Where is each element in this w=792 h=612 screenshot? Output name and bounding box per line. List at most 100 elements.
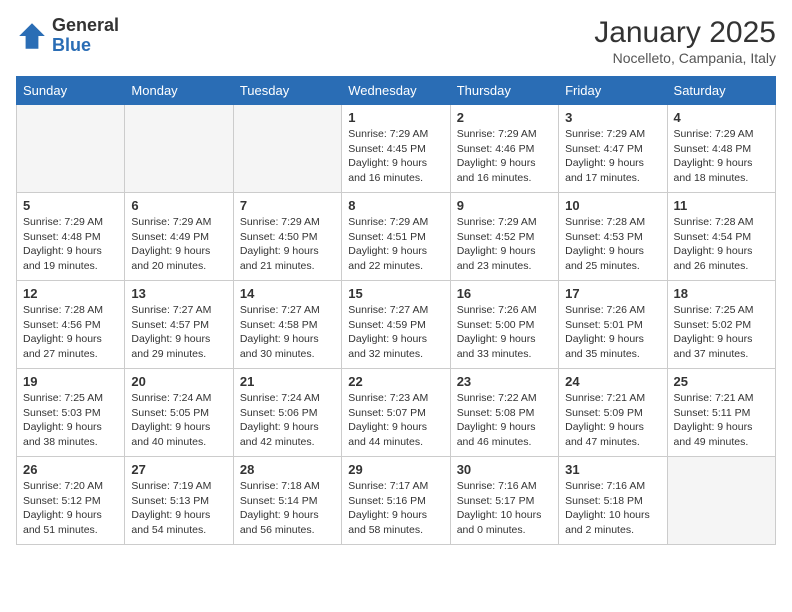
day-info: Sunrise: 7:29 AMSunset: 4:48 PMDaylight:… [674,127,769,186]
title-block: January 2025 Nocelleto, Campania, Italy [594,16,776,66]
day-number: 20 [131,374,226,389]
calendar-cell [667,457,775,545]
calendar-cell: 26 Sunrise: 7:20 AMSunset: 5:12 PMDayligh… [17,457,125,545]
calendar-cell: 6Sunrise: 7:29 AMSunset: 4:49 PMDaylight… [125,193,233,281]
calendar-cell: 21 Sunrise: 7:24 AMSunset: 5:06 PMDayligh… [233,369,341,457]
day-info: Sunrise: 7:28 AMSunset: 4:56 PMDaylight:… [23,303,118,362]
day-info: Sunrise: 7:16 AMSunset: 5:17 PMDaylight:… [457,479,552,538]
day-info: Sunrise: 7:17 AMSunset: 5:16 PMDaylight:… [348,479,443,538]
calendar-cell: 7Sunrise: 7:29 AMSunset: 4:50 PMDaylight… [233,193,341,281]
weekday-header: Wednesday [342,77,450,105]
logo-general: General [52,16,119,36]
day-info: Sunrise: 7:25 AMSunset: 5:03 PMDaylight:… [23,391,118,450]
day-info: Sunrise: 7:19 AMSunset: 5:13 PMDaylight:… [131,479,226,538]
calendar-cell: 8Sunrise: 7:29 AMSunset: 4:51 PMDaylight… [342,193,450,281]
day-number: 22 [348,374,443,389]
day-number: 24 [565,374,660,389]
calendar-cell: 12 Sunrise: 7:28 AMSunset: 4:56 PMDayligh… [17,281,125,369]
calendar-cell: 24 Sunrise: 7:21 AMSunset: 5:09 PMDayligh… [559,369,667,457]
day-info: Sunrise: 7:21 AMSunset: 5:11 PMDaylight:… [674,391,769,450]
day-info: Sunrise: 7:27 AMSunset: 4:58 PMDaylight:… [240,303,335,362]
day-number: 23 [457,374,552,389]
day-number: 16 [457,286,552,301]
page-header: General Blue January 2025 Nocelleto, Cam… [16,16,776,66]
calendar-cell: 11 Sunrise: 7:28 AMSunset: 4:54 PMDayligh… [667,193,775,281]
calendar-week-row: 19 Sunrise: 7:25 AMSunset: 5:03 PMDayligh… [17,369,776,457]
location: Nocelleto, Campania, Italy [594,50,776,66]
calendar-cell: 30Sunrise: 7:16 AMSunset: 5:17 PMDayligh… [450,457,558,545]
calendar-week-row: 1Sunrise: 7:29 AMSunset: 4:45 PMDaylight… [17,105,776,193]
day-info: Sunrise: 7:27 AMSunset: 4:59 PMDaylight:… [348,303,443,362]
day-number: 21 [240,374,335,389]
calendar-cell: 10 Sunrise: 7:28 AMSunset: 4:53 PMDayligh… [559,193,667,281]
calendar-cell [17,105,125,193]
day-number: 10 [565,198,660,213]
calendar-cell: 25 Sunrise: 7:21 AMSunset: 5:11 PMDayligh… [667,369,775,457]
day-info: Sunrise: 7:29 AMSunset: 4:46 PMDaylight:… [457,127,552,186]
calendar-cell: 3Sunrise: 7:29 AMSunset: 4:47 PMDaylight… [559,105,667,193]
weekday-header: Tuesday [233,77,341,105]
logo-blue: Blue [52,36,119,56]
day-info: Sunrise: 7:22 AMSunset: 5:08 PMDaylight:… [457,391,552,450]
day-info: Sunrise: 7:21 AMSunset: 5:09 PMDaylight:… [565,391,660,450]
calendar-week-row: 12 Sunrise: 7:28 AMSunset: 4:56 PMDayligh… [17,281,776,369]
day-number: 14 [240,286,335,301]
day-number: 15 [348,286,443,301]
calendar-cell: 16 Sunrise: 7:26 AMSunset: 5:00 PMDayligh… [450,281,558,369]
day-info: Sunrise: 7:29 AMSunset: 4:50 PMDaylight:… [240,215,335,274]
day-number: 29 [348,462,443,477]
calendar-cell: 17 Sunrise: 7:26 AMSunset: 5:01 PMDayligh… [559,281,667,369]
day-info: Sunrise: 7:29 AMSunset: 4:48 PMDaylight:… [23,215,118,274]
calendar-cell [233,105,341,193]
weekday-header: Sunday [17,77,125,105]
day-number: 26 [23,462,118,477]
calendar-cell: 31Sunrise: 7:16 AMSunset: 5:18 PMDayligh… [559,457,667,545]
day-number: 6 [131,198,226,213]
calendar-cell: 14 Sunrise: 7:27 AMSunset: 4:58 PMDayligh… [233,281,341,369]
calendar-cell: 15 Sunrise: 7:27 AMSunset: 4:59 PMDayligh… [342,281,450,369]
day-info: Sunrise: 7:24 AMSunset: 5:05 PMDaylight:… [131,391,226,450]
day-info: Sunrise: 7:24 AMSunset: 5:06 PMDaylight:… [240,391,335,450]
day-info: Sunrise: 7:20 AMSunset: 5:12 PMDaylight:… [23,479,118,538]
day-info: Sunrise: 7:28 AMSunset: 4:53 PMDaylight:… [565,215,660,274]
weekday-header: Monday [125,77,233,105]
calendar-cell: 29 Sunrise: 7:17 AMSunset: 5:16 PMDayligh… [342,457,450,545]
logo-text: General Blue [52,16,119,56]
weekday-header: Friday [559,77,667,105]
day-number: 27 [131,462,226,477]
calendar-header-row: SundayMondayTuesdayWednesdayThursdayFrid… [17,77,776,105]
calendar-cell: 13Sunrise: 7:27 AMSunset: 4:57 PMDayligh… [125,281,233,369]
logo-icon [16,20,48,52]
day-number: 12 [23,286,118,301]
calendar-cell: 20 Sunrise: 7:24 AMSunset: 5:05 PMDayligh… [125,369,233,457]
calendar-cell: 22Sunrise: 7:23 AMSunset: 5:07 PMDayligh… [342,369,450,457]
calendar-cell: 4 Sunrise: 7:29 AMSunset: 4:48 PMDaylight… [667,105,775,193]
day-number: 18 [674,286,769,301]
calendar-cell: 1Sunrise: 7:29 AMSunset: 4:45 PMDaylight… [342,105,450,193]
day-number: 13 [131,286,226,301]
day-number: 11 [674,198,769,213]
day-number: 1 [348,110,443,125]
day-number: 5 [23,198,118,213]
day-info: Sunrise: 7:28 AMSunset: 4:54 PMDaylight:… [674,215,769,274]
day-info: Sunrise: 7:26 AMSunset: 5:00 PMDaylight:… [457,303,552,362]
weekday-header: Saturday [667,77,775,105]
day-number: 8 [348,198,443,213]
day-number: 4 [674,110,769,125]
day-number: 19 [23,374,118,389]
day-info: Sunrise: 7:26 AMSunset: 5:01 PMDaylight:… [565,303,660,362]
day-number: 17 [565,286,660,301]
calendar-cell: 27 Sunrise: 7:19 AMSunset: 5:13 PMDayligh… [125,457,233,545]
day-info: Sunrise: 7:18 AMSunset: 5:14 PMDaylight:… [240,479,335,538]
calendar-cell: 5 Sunrise: 7:29 AMSunset: 4:48 PMDaylight… [17,193,125,281]
day-number: 9 [457,198,552,213]
day-info: Sunrise: 7:16 AMSunset: 5:18 PMDaylight:… [565,479,660,538]
calendar-cell: 19 Sunrise: 7:25 AMSunset: 5:03 PMDayligh… [17,369,125,457]
calendar-cell: 23 Sunrise: 7:22 AMSunset: 5:08 PMDayligh… [450,369,558,457]
calendar-body: 1Sunrise: 7:29 AMSunset: 4:45 PMDaylight… [17,105,776,545]
calendar-cell [125,105,233,193]
day-info: Sunrise: 7:25 AMSunset: 5:02 PMDaylight:… [674,303,769,362]
day-number: 25 [674,374,769,389]
day-number: 28 [240,462,335,477]
calendar-cell: 18 Sunrise: 7:25 AMSunset: 5:02 PMDayligh… [667,281,775,369]
